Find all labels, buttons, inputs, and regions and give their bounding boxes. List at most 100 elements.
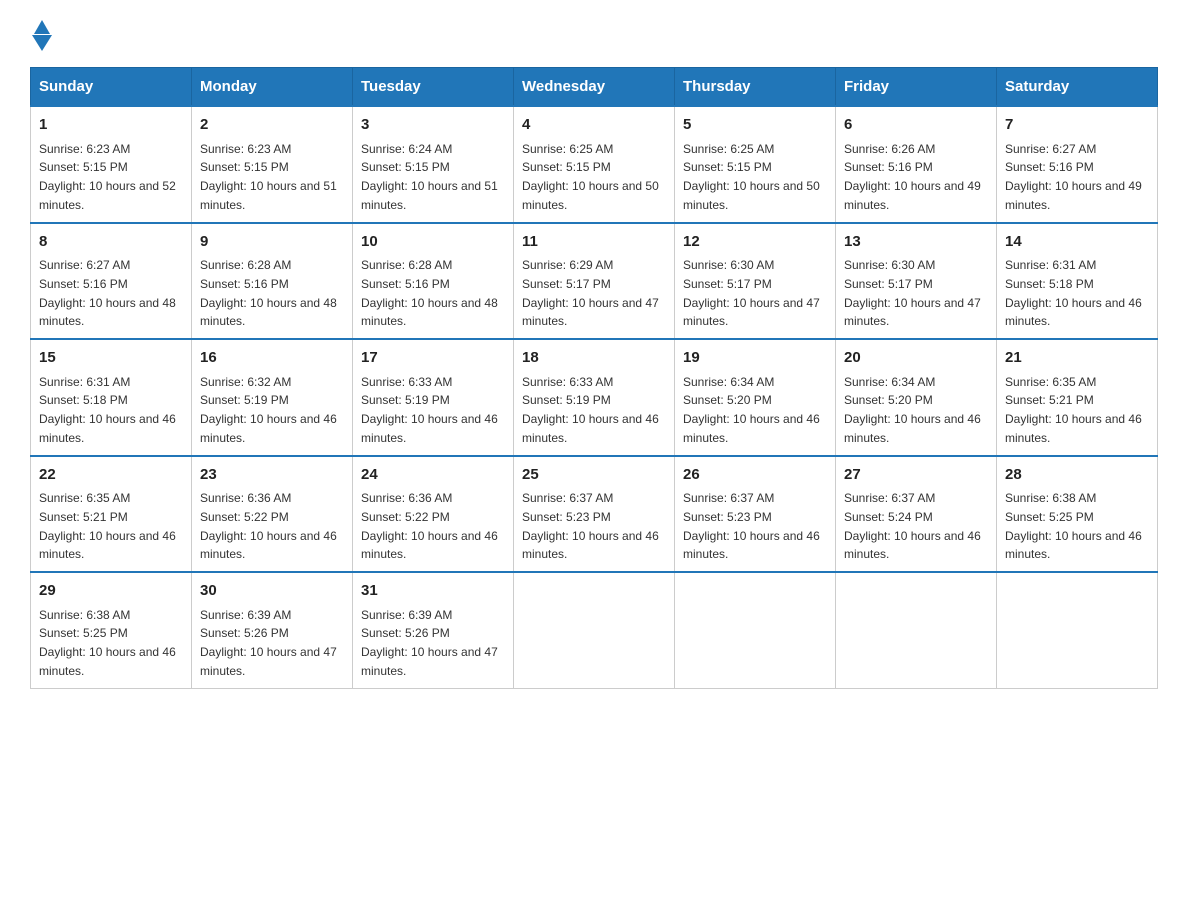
header-cell-tuesday: Tuesday bbox=[353, 68, 514, 107]
day-info: Sunrise: 6:34 AMSunset: 5:20 PMDaylight:… bbox=[683, 375, 820, 445]
header-cell-friday: Friday bbox=[836, 68, 997, 107]
day-number: 10 bbox=[361, 231, 505, 254]
day-info: Sunrise: 6:26 AMSunset: 5:16 PMDaylight:… bbox=[844, 142, 981, 212]
calendar-cell: 6 Sunrise: 6:26 AMSunset: 5:16 PMDayligh… bbox=[836, 106, 997, 223]
page-header bbox=[30, 20, 1158, 47]
calendar-cell: 29 Sunrise: 6:38 AMSunset: 5:25 PMDaylig… bbox=[31, 572, 192, 688]
calendar-cell: 21 Sunrise: 6:35 AMSunset: 5:21 PMDaylig… bbox=[997, 339, 1158, 456]
day-info: Sunrise: 6:23 AMSunset: 5:15 PMDaylight:… bbox=[39, 142, 176, 212]
logo-triangle-bottom bbox=[32, 35, 52, 51]
day-info: Sunrise: 6:23 AMSunset: 5:15 PMDaylight:… bbox=[200, 142, 337, 212]
header-cell-thursday: Thursday bbox=[675, 68, 836, 107]
header-cell-wednesday: Wednesday bbox=[514, 68, 675, 107]
week-row-5: 29 Sunrise: 6:38 AMSunset: 5:25 PMDaylig… bbox=[31, 572, 1158, 688]
day-number: 8 bbox=[39, 231, 183, 254]
header-cell-monday: Monday bbox=[192, 68, 353, 107]
calendar-cell: 25 Sunrise: 6:37 AMSunset: 5:23 PMDaylig… bbox=[514, 456, 675, 573]
calendar-cell: 23 Sunrise: 6:36 AMSunset: 5:22 PMDaylig… bbox=[192, 456, 353, 573]
day-info: Sunrise: 6:36 AMSunset: 5:22 PMDaylight:… bbox=[200, 491, 337, 561]
day-info: Sunrise: 6:35 AMSunset: 5:21 PMDaylight:… bbox=[1005, 375, 1142, 445]
day-info: Sunrise: 6:34 AMSunset: 5:20 PMDaylight:… bbox=[844, 375, 981, 445]
calendar-cell: 16 Sunrise: 6:32 AMSunset: 5:19 PMDaylig… bbox=[192, 339, 353, 456]
day-info: Sunrise: 6:28 AMSunset: 5:16 PMDaylight:… bbox=[200, 258, 337, 328]
calendar-cell: 14 Sunrise: 6:31 AMSunset: 5:18 PMDaylig… bbox=[997, 223, 1158, 340]
day-info: Sunrise: 6:30 AMSunset: 5:17 PMDaylight:… bbox=[683, 258, 820, 328]
calendar-cell: 31 Sunrise: 6:39 AMSunset: 5:26 PMDaylig… bbox=[353, 572, 514, 688]
calendar-cell: 27 Sunrise: 6:37 AMSunset: 5:24 PMDaylig… bbox=[836, 456, 997, 573]
calendar-cell: 7 Sunrise: 6:27 AMSunset: 5:16 PMDayligh… bbox=[997, 106, 1158, 223]
calendar-cell: 1 Sunrise: 6:23 AMSunset: 5:15 PMDayligh… bbox=[31, 106, 192, 223]
calendar-cell: 22 Sunrise: 6:35 AMSunset: 5:21 PMDaylig… bbox=[31, 456, 192, 573]
calendar-cell bbox=[675, 572, 836, 688]
day-number: 13 bbox=[844, 231, 988, 254]
week-row-1: 1 Sunrise: 6:23 AMSunset: 5:15 PMDayligh… bbox=[31, 106, 1158, 223]
day-info: Sunrise: 6:32 AMSunset: 5:19 PMDaylight:… bbox=[200, 375, 337, 445]
day-number: 15 bbox=[39, 347, 183, 370]
day-info: Sunrise: 6:37 AMSunset: 5:24 PMDaylight:… bbox=[844, 491, 981, 561]
calendar-cell: 19 Sunrise: 6:34 AMSunset: 5:20 PMDaylig… bbox=[675, 339, 836, 456]
header-cell-sunday: Sunday bbox=[31, 68, 192, 107]
calendar-cell: 20 Sunrise: 6:34 AMSunset: 5:20 PMDaylig… bbox=[836, 339, 997, 456]
day-info: Sunrise: 6:37 AMSunset: 5:23 PMDaylight:… bbox=[683, 491, 820, 561]
day-info: Sunrise: 6:27 AMSunset: 5:16 PMDaylight:… bbox=[1005, 142, 1142, 212]
calendar-cell: 3 Sunrise: 6:24 AMSunset: 5:15 PMDayligh… bbox=[353, 106, 514, 223]
day-number: 26 bbox=[683, 464, 827, 487]
day-info: Sunrise: 6:33 AMSunset: 5:19 PMDaylight:… bbox=[361, 375, 498, 445]
calendar-cell: 24 Sunrise: 6:36 AMSunset: 5:22 PMDaylig… bbox=[353, 456, 514, 573]
day-info: Sunrise: 6:35 AMSunset: 5:21 PMDaylight:… bbox=[39, 491, 176, 561]
day-number: 14 bbox=[1005, 231, 1149, 254]
calendar-table: SundayMondayTuesdayWednesdayThursdayFrid… bbox=[30, 67, 1158, 689]
day-number: 28 bbox=[1005, 464, 1149, 487]
day-number: 12 bbox=[683, 231, 827, 254]
day-number: 29 bbox=[39, 580, 183, 603]
day-info: Sunrise: 6:37 AMSunset: 5:23 PMDaylight:… bbox=[522, 491, 659, 561]
calendar-cell: 12 Sunrise: 6:30 AMSunset: 5:17 PMDaylig… bbox=[675, 223, 836, 340]
calendar-cell: 5 Sunrise: 6:25 AMSunset: 5:15 PMDayligh… bbox=[675, 106, 836, 223]
day-info: Sunrise: 6:24 AMSunset: 5:15 PMDaylight:… bbox=[361, 142, 498, 212]
day-number: 11 bbox=[522, 231, 666, 254]
day-info: Sunrise: 6:28 AMSunset: 5:16 PMDaylight:… bbox=[361, 258, 498, 328]
day-number: 9 bbox=[200, 231, 344, 254]
calendar-cell: 18 Sunrise: 6:33 AMSunset: 5:19 PMDaylig… bbox=[514, 339, 675, 456]
calendar-cell: 8 Sunrise: 6:27 AMSunset: 5:16 PMDayligh… bbox=[31, 223, 192, 340]
calendar-cell: 2 Sunrise: 6:23 AMSunset: 5:15 PMDayligh… bbox=[192, 106, 353, 223]
calendar-cell: 30 Sunrise: 6:39 AMSunset: 5:26 PMDaylig… bbox=[192, 572, 353, 688]
day-number: 20 bbox=[844, 347, 988, 370]
day-number: 25 bbox=[522, 464, 666, 487]
day-number: 16 bbox=[200, 347, 344, 370]
day-number: 1 bbox=[39, 114, 183, 137]
day-number: 5 bbox=[683, 114, 827, 137]
day-info: Sunrise: 6:31 AMSunset: 5:18 PMDaylight:… bbox=[39, 375, 176, 445]
day-info: Sunrise: 6:38 AMSunset: 5:25 PMDaylight:… bbox=[1005, 491, 1142, 561]
logo bbox=[30, 20, 52, 47]
calendar-cell: 26 Sunrise: 6:37 AMSunset: 5:23 PMDaylig… bbox=[675, 456, 836, 573]
day-info: Sunrise: 6:36 AMSunset: 5:22 PMDaylight:… bbox=[361, 491, 498, 561]
calendar-cell: 11 Sunrise: 6:29 AMSunset: 5:17 PMDaylig… bbox=[514, 223, 675, 340]
day-number: 22 bbox=[39, 464, 183, 487]
day-info: Sunrise: 6:30 AMSunset: 5:17 PMDaylight:… bbox=[844, 258, 981, 328]
day-info: Sunrise: 6:27 AMSunset: 5:16 PMDaylight:… bbox=[39, 258, 176, 328]
day-number: 31 bbox=[361, 580, 505, 603]
day-number: 7 bbox=[1005, 114, 1149, 137]
week-row-3: 15 Sunrise: 6:31 AMSunset: 5:18 PMDaylig… bbox=[31, 339, 1158, 456]
day-number: 30 bbox=[200, 580, 344, 603]
day-info: Sunrise: 6:31 AMSunset: 5:18 PMDaylight:… bbox=[1005, 258, 1142, 328]
logo-triangle-top bbox=[34, 20, 50, 34]
day-number: 21 bbox=[1005, 347, 1149, 370]
day-number: 3 bbox=[361, 114, 505, 137]
calendar-cell: 10 Sunrise: 6:28 AMSunset: 5:16 PMDaylig… bbox=[353, 223, 514, 340]
header-cell-saturday: Saturday bbox=[997, 68, 1158, 107]
calendar-cell: 17 Sunrise: 6:33 AMSunset: 5:19 PMDaylig… bbox=[353, 339, 514, 456]
calendar-cell: 15 Sunrise: 6:31 AMSunset: 5:18 PMDaylig… bbox=[31, 339, 192, 456]
day-info: Sunrise: 6:39 AMSunset: 5:26 PMDaylight:… bbox=[361, 608, 498, 678]
week-row-4: 22 Sunrise: 6:35 AMSunset: 5:21 PMDaylig… bbox=[31, 456, 1158, 573]
week-row-2: 8 Sunrise: 6:27 AMSunset: 5:16 PMDayligh… bbox=[31, 223, 1158, 340]
day-info: Sunrise: 6:39 AMSunset: 5:26 PMDaylight:… bbox=[200, 608, 337, 678]
day-info: Sunrise: 6:38 AMSunset: 5:25 PMDaylight:… bbox=[39, 608, 176, 678]
day-number: 2 bbox=[200, 114, 344, 137]
day-number: 23 bbox=[200, 464, 344, 487]
day-number: 19 bbox=[683, 347, 827, 370]
day-number: 6 bbox=[844, 114, 988, 137]
day-info: Sunrise: 6:33 AMSunset: 5:19 PMDaylight:… bbox=[522, 375, 659, 445]
calendar-cell: 9 Sunrise: 6:28 AMSunset: 5:16 PMDayligh… bbox=[192, 223, 353, 340]
